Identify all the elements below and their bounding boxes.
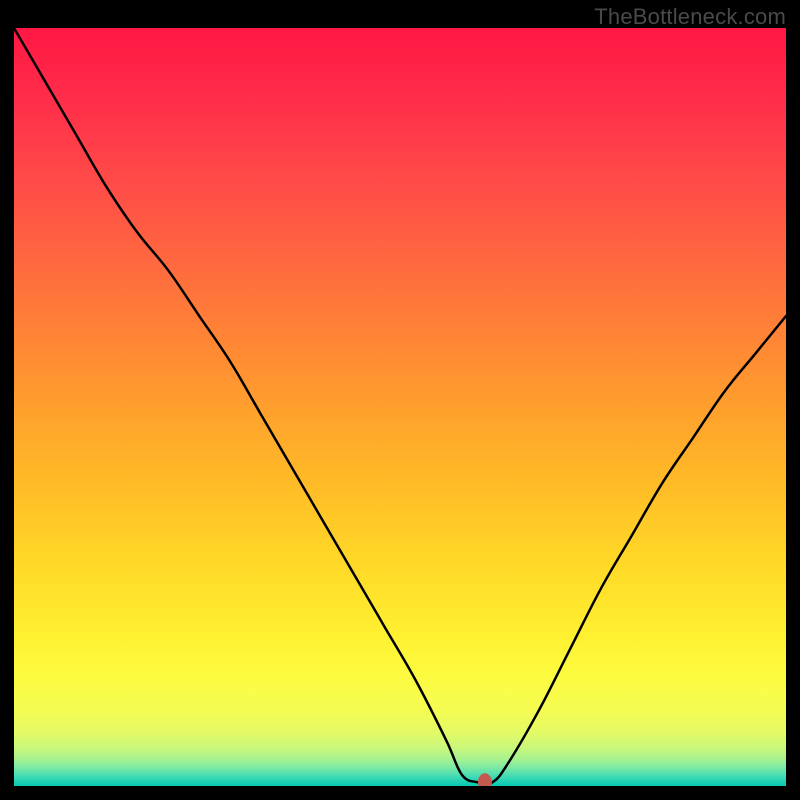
- chart-svg: [14, 28, 786, 786]
- bottleneck-chart: [14, 28, 786, 786]
- watermark-text: TheBottleneck.com: [594, 4, 786, 30]
- gradient-background: [14, 28, 786, 786]
